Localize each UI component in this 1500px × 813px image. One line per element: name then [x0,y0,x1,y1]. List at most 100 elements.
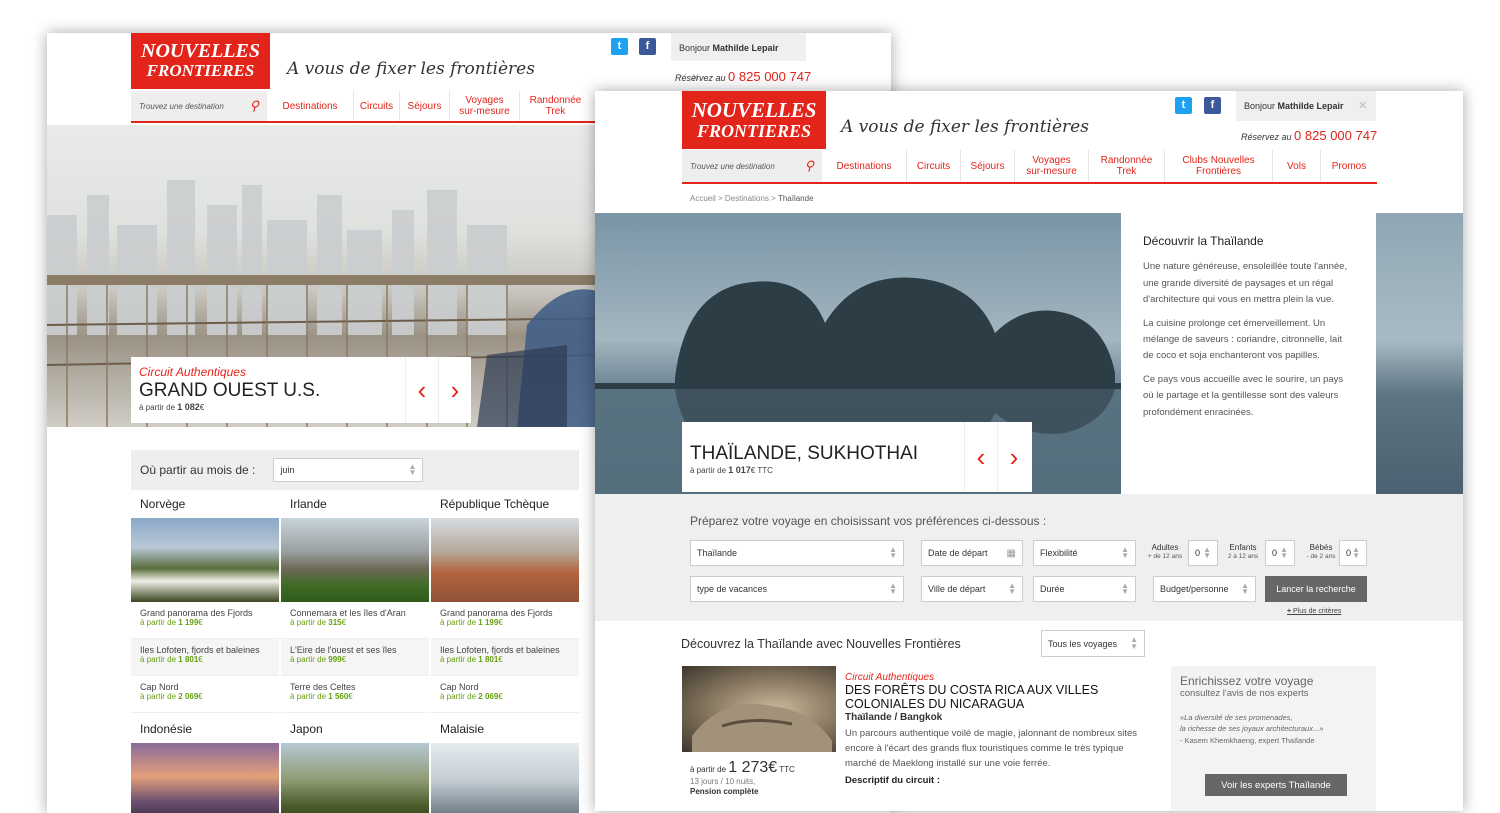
destination-trip-item[interactable]: Connemara et les îles d'Aran à partir de … [281,602,429,639]
nav-voyages[interactable]: Voyages sur-mesure [449,91,519,121]
search-icon[interactable]: ⚲ [804,158,814,174]
trip-price: à partir de 1 273€ TTC 13 jours / 10 nui… [690,758,795,796]
trip-price-prefix: à partir de [140,618,177,627]
facebook-icon[interactable]: f [639,38,656,55]
phone-number[interactable]: 0 825 000 747 [728,69,811,84]
babies-stepper[interactable]: 0 ▲ ▼ [1339,540,1367,566]
vacation-type-select[interactable]: type de vacances ▲ ▼ [690,576,904,602]
destination-photo[interactable] [431,743,579,813]
destination-trip-item[interactable]: L'Eire de l'ouest et ses îles à partir de… [281,639,429,676]
trip-currency: € [498,655,503,664]
brand-logo[interactable]: NOUVELLES FRONTIERES [131,33,270,89]
date-input[interactable]: Date de départ ▦ [921,540,1023,566]
destination-card[interactable]: Irlande Connemara et les îles d'Aran à par… [281,491,429,713]
nav-voyages-l2: sur-mesure [459,106,510,117]
nav-sejours[interactable]: Séjours [399,91,449,121]
twitter-icon[interactable]: t [611,38,628,55]
destination-card[interactable]: Malaisie [431,716,579,813]
brand-logo[interactable]: NOUVELLES FRONTIERES [682,91,826,149]
trip-photo-statue[interactable] [682,666,836,752]
nav-voyages[interactable]: Voyages sur-mesure [1014,150,1088,182]
nav-voyages-l2: sur-mesure [1026,166,1077,177]
destination-trip-item[interactable]: Iles Lofoten, fjords et baleines à partir… [131,639,279,676]
hero-caption[interactable]: THAÏLANDE, SUKHOTHAI à partir de 1 017€ … [682,422,964,492]
nav-sejours[interactable]: Séjours [960,150,1014,182]
budget-value: Budget/personne [1160,584,1229,594]
nav-promos[interactable]: Promos [1320,150,1377,182]
duration-select[interactable]: Durée ▲ ▼ [1033,576,1136,602]
hero-price-prefix: à partir de [690,466,727,475]
search-box[interactable]: Trouvez une destination ⚲ [131,91,267,121]
destination-card[interactable]: Norvège Grand panorama des Fjords à partir… [131,491,279,713]
nav-circuits[interactable]: Circuits [906,150,960,182]
destination-trip-item[interactable]: Iles Lofoten, fjords et baleines à partir… [431,639,579,676]
month-select[interactable]: juin ▲ ▼ [273,458,424,482]
destination-trip-item[interactable]: Terre des Celtes à partir de 1 560€ [281,676,429,713]
destination-trip-item[interactable]: Cap Nord à partir de 2 069€ [131,676,279,713]
nav-circuits[interactable]: Circuits [353,91,399,121]
hero-price: à partir de 1 082€ [139,402,397,412]
budget-select[interactable]: Budget/personne ▲ ▼ [1153,576,1256,602]
trip-currency: € [348,692,353,701]
nav-randonnee[interactable]: Randonnée Trek [519,91,591,121]
phone-number[interactable]: 0 825 000 747 [1294,128,1377,143]
destination-trip-item[interactable]: Cap Nord à partir de 2 069€ [431,676,579,713]
destination-card[interactable]: Indonésie [131,716,279,813]
breadcrumb-home[interactable]: Accueil [690,194,716,203]
trip-subtitle: Descriptif du circuit : [845,775,941,787]
destination-photo[interactable] [131,518,279,602]
destination-card[interactable]: Japon [281,716,429,813]
user-name[interactable]: Mathilde Lepair [713,43,779,53]
search-button[interactable]: Lancer la recherche [1265,576,1367,602]
next-arrow-icon[interactable]: › [997,422,1030,492]
destination-trip-item[interactable]: Grand panorama des Fjords à partir de 1 1… [131,602,279,639]
destination-trip-item[interactable]: Grand panorama des Fjords à partir de 1 1… [431,602,579,639]
trip-price-value: 1 199 [178,618,199,627]
nav-vols[interactable]: Vols [1272,150,1320,182]
nav-destinations[interactable]: Destinations [822,150,906,182]
trip-price: à partir de 999€ [290,655,420,664]
prev-arrow-icon[interactable]: ‹ [964,422,997,492]
departure-city-select[interactable]: Ville de départ ▲ ▼ [921,576,1023,602]
chevron-updown-icon: ▲ ▼ [1121,580,1129,596]
twitter-icon[interactable]: t [1175,97,1192,114]
breadcrumb: Accueil > Destinations > Thaïlande [690,194,814,203]
trip-price: à partir de 2 069€ [440,692,570,701]
destination-card[interactable]: République Tchèque Grand panorama des Fjo… [431,491,579,713]
kids-stepper[interactable]: 0 ▲ ▼ [1265,540,1295,566]
close-icon[interactable]: ✕ [1358,100,1367,112]
adults-sub: + de 12 ans [1147,552,1183,560]
trip-price-value: 2 069 [478,692,499,701]
prev-arrow-icon[interactable]: ‹ [405,357,438,423]
trip-name: Grand panorama des Fjords [440,608,553,618]
search-icon[interactable]: ⚲ [249,98,259,114]
user-name[interactable]: Mathilde Lepair [1278,101,1344,111]
trip-nights: 13 jours / 10 nuits, [690,777,756,787]
destination-photo[interactable] [131,743,279,813]
destination-photo[interactable] [281,743,429,813]
breadcrumb-destinations[interactable]: Destinations [725,194,769,203]
trip-name: Connemara et les îles d'Aran [290,608,406,618]
destination-photo[interactable] [431,518,579,602]
adults-stepper[interactable]: 0 ▲ ▼ [1188,540,1218,566]
hero-price: à partir de 1 017€ TTC [690,465,956,475]
facebook-icon[interactable]: f [1204,97,1221,114]
destination-select[interactable]: Thaïlande ▲ ▼ [690,540,904,566]
trip-filter-select[interactable]: Tous les voyages ▲ ▼ [1041,630,1145,657]
calendar-icon[interactable]: ▦ [1007,548,1016,559]
nav-clubs[interactable]: Clubs Nouvelles Frontières [1164,150,1272,182]
destination-photo[interactable] [281,518,429,602]
next-arrow-icon[interactable]: › [438,357,471,423]
nav-randonnee[interactable]: Randonnée Trek [1088,150,1164,182]
experts-button[interactable]: Voir les experts Thaïlande [1205,774,1347,796]
trip-title-l1: DES FORÊTS DU COSTA RICA AUX VILLES [845,683,1099,697]
nav-voyages-l1: Voyages [1032,155,1071,166]
trip-currency: € [341,618,347,627]
nav-destinations[interactable]: Destinations [267,91,353,121]
flex-select[interactable]: Flexibilité ▲ ▼ [1033,540,1136,566]
trip-card[interactable]: Circuit Authentiques DES FORÊTS DU COSTA… [845,672,1145,786]
more-criteria-link[interactable]: + Plus de critères [1287,608,1341,615]
brand-line2: FRONTIERES [146,61,255,80]
search-box[interactable]: Trouvez une destination ⚲ [682,150,822,182]
hero-caption[interactable]: Circuit Authentiques GRAND OUEST U.S. à … [131,357,405,423]
